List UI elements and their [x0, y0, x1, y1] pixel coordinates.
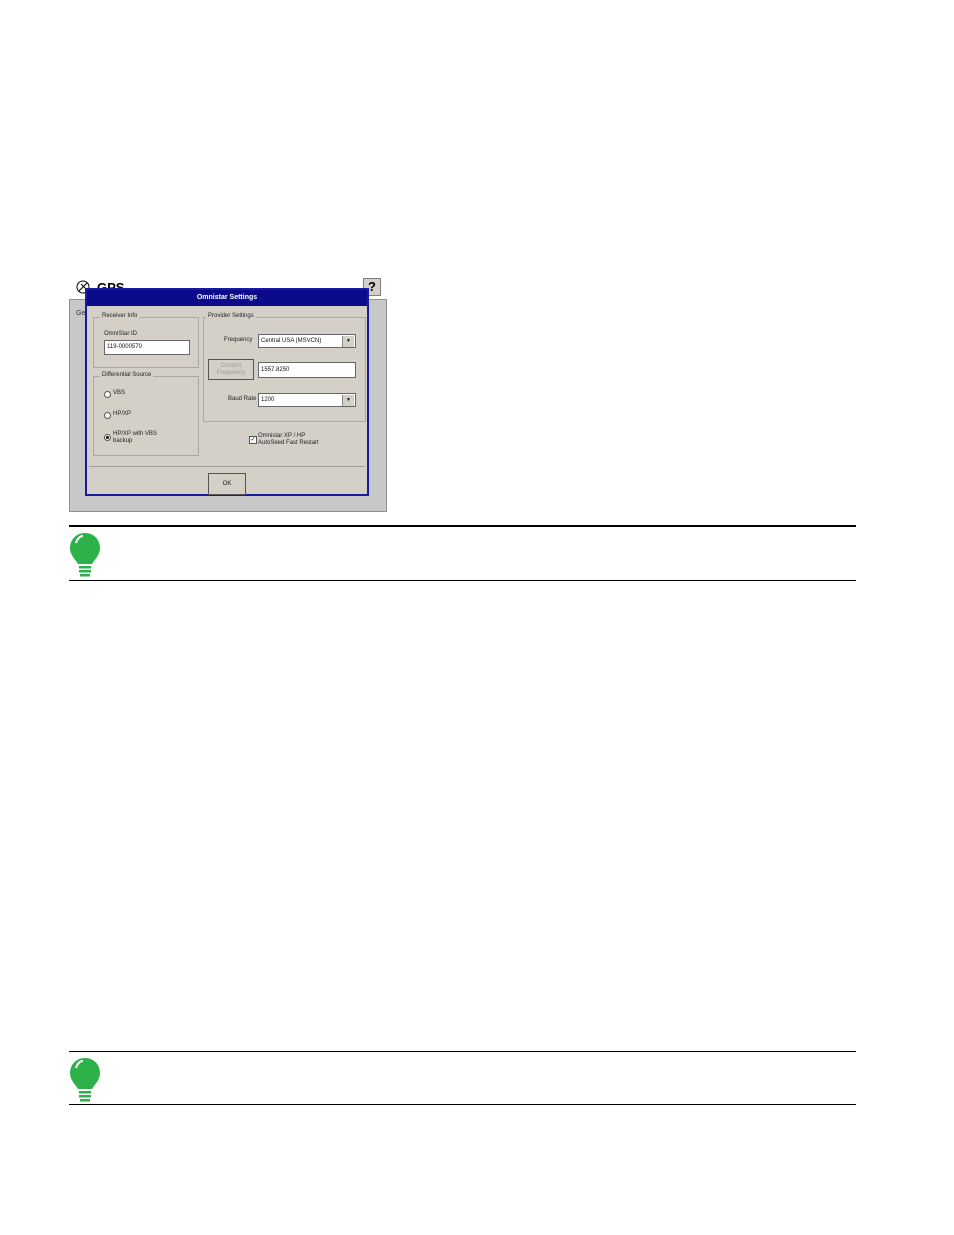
omnistar-id-field[interactable]: 119-0000570 [104, 340, 190, 355]
chevron-down-icon[interactable]: ▼ [342, 336, 354, 347]
ok-button[interactable]: OK [208, 473, 246, 495]
differential-source-group: Differential Source VBS HP/XP HP/XP with… [93, 372, 199, 456]
radio-vbs[interactable] [104, 391, 111, 398]
dialog-titlebar: Omnistar Settings [87, 290, 367, 306]
note-top-rule [69, 1051, 856, 1052]
frequency-value: Central USA (MSVCN) [261, 338, 322, 344]
frequency-dropdown[interactable]: Central USA (MSVCN) ▼ [258, 334, 356, 348]
omnistar-id-label: OmniStar ID [104, 331, 138, 337]
radio-hp-xp-label: HP/XP [113, 411, 132, 417]
note-bottom-rule [69, 1104, 856, 1105]
baud-rate-dropdown[interactable]: 1200 ▼ [258, 393, 356, 407]
chevron-down-icon[interactable]: ▼ [342, 395, 354, 406]
provider-settings-group: Provider Settings Frequency Central USA … [203, 313, 366, 422]
receiver-info-label: Receiver Info [100, 313, 140, 319]
autoseed-label-line2: AutoSeed Fast Restart [258, 440, 319, 446]
dialog-title: Omnistar Settings [196, 294, 258, 301]
radio-hp-xp-vbs-backup[interactable] [104, 434, 111, 441]
frequency-label: Frequency [224, 337, 253, 343]
baud-rate-label: Baud Rate [228, 396, 257, 402]
dialog-separator [89, 466, 365, 467]
note-top-rule [69, 525, 856, 527]
autoseed-label-line1: Omnistar XP / HP [258, 433, 306, 439]
gps-tab[interactable]: Ge [76, 310, 85, 317]
differential-source-label: Differential Source [100, 372, 154, 378]
receiver-info-group: Receiver Info OmniStar ID 119-0000570 [93, 313, 199, 368]
autoseed-checkbox[interactable]: ✓ [249, 436, 257, 444]
radio-vbs-label: VBS [113, 390, 126, 396]
note-bottom-rule [69, 580, 856, 581]
radio-hp-xp-vbs-backup-label: HP/XP with VBS backup [113, 431, 157, 444]
baud-rate-value: 1200 [261, 397, 275, 403]
lightbulb-icon [70, 1058, 100, 1102]
provider-settings-label: Provider Settings [206, 313, 256, 319]
custom-frequency-field[interactable]: 1557.8250 [258, 362, 356, 378]
radio-hp-xp[interactable] [104, 412, 111, 419]
lightbulb-icon [70, 533, 100, 577]
omnistar-settings-dialog: Omnistar Settings Receiver Info OmniStar… [85, 288, 369, 496]
custom-frequency-button[interactable]: Custom Frequency [208, 359, 254, 380]
